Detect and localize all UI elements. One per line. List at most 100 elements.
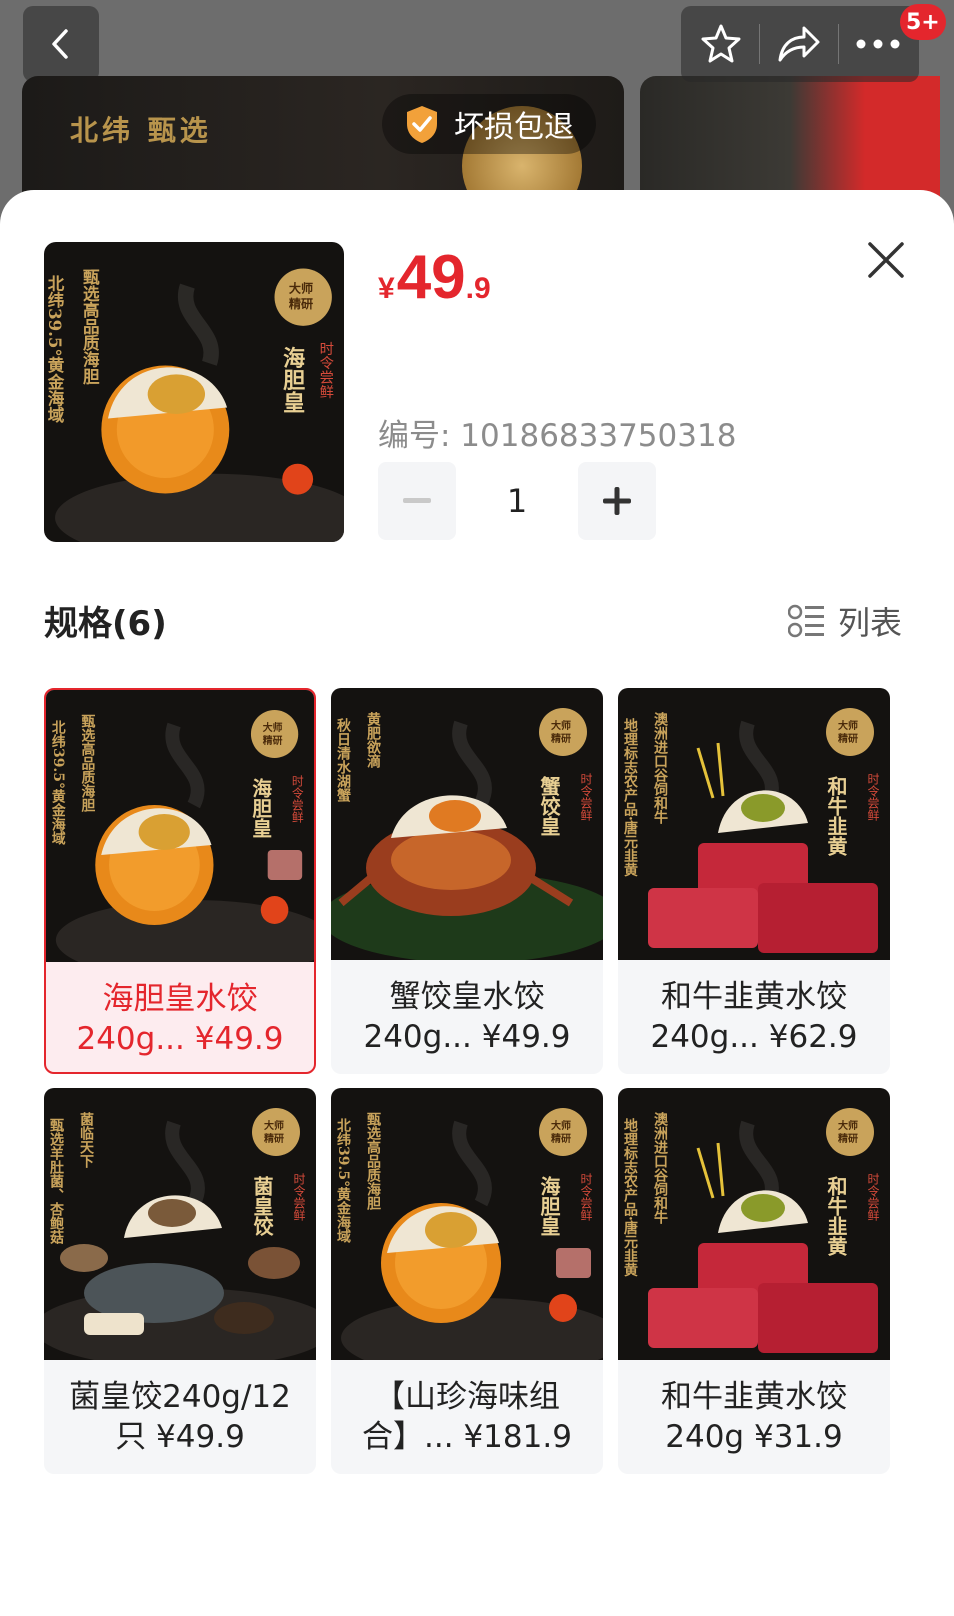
chevron-left-icon <box>52 29 68 59</box>
spec-option-price: 240g... ¥49.9 <box>363 1019 571 1055</box>
master-badge-bottom: 精研 <box>838 732 858 745</box>
spec-side-text-2: 地理标志农产品·唐元韭黄 <box>622 1117 639 1278</box>
sku-sheet: 大师 精研 北纬39.5°黄金海域 甄选高品质海胆 海胆皇 时令尝鲜 ¥ 49 … <box>0 190 954 1616</box>
price-decimal: .9 <box>465 272 491 305</box>
spec-option-caption: 【山珍海味组 合】... ¥181.9 <box>331 1360 603 1474</box>
spec-title: 规格(6) <box>44 604 167 644</box>
seasonal-badge: 时令尝鲜 <box>866 1173 880 1222</box>
decrease-button[interactable] <box>378 462 456 540</box>
svg-text:精研: 精研 <box>289 296 313 311</box>
price: ¥ 49 .9 <box>378 242 491 313</box>
close-icon <box>868 242 904 278</box>
svg-text:北纬39.5°黄金海域: 北纬39.5°黄金海域 <box>45 275 65 424</box>
secondary-banner <box>640 76 940 206</box>
increase-button[interactable] <box>578 462 656 540</box>
svg-text:甄选高品质海胆: 甄选高品质海胆 <box>80 268 100 385</box>
spec-option-card[interactable]: 大师 精研 地理标志农产品·唐元韭黄 澳洲进口谷饲和牛和牛韭黄 时令尝鲜和牛韭黄水饺 24… <box>618 688 890 1074</box>
spec-option-name: 和牛韭黄水饺 <box>661 1379 847 1415</box>
spec-side-text-2: 秋日清水湖蟹 <box>335 717 352 803</box>
spec-option-image: 大师 精研 秋日清水湖蟹 黄肥欲滴蟹饺皇 时令尝鲜 <box>331 688 603 960</box>
spec-option-caption: 蟹饺皇水饺 240g... ¥49.9 <box>331 960 603 1074</box>
master-badge-bottom: 精研 <box>263 734 283 747</box>
spec-option-name: 【山珍海味组 <box>374 1379 560 1415</box>
seasonal-badge: 时令尝鲜 <box>579 1173 593 1222</box>
price-currency: ¥ <box>378 272 395 305</box>
spec-side-text: 澳洲进口谷饲和牛 <box>652 711 669 825</box>
master-badge-top: 大师 <box>838 719 858 732</box>
minus-icon <box>403 498 431 503</box>
svg-text:大师: 大师 <box>289 281 313 296</box>
spec-option-name: 海胆皇水饺 <box>102 981 258 1017</box>
spec-option-caption: 和牛韭黄水饺 240g... ¥62.9 <box>618 960 890 1074</box>
svg-text:时令尝鲜: 时令尝鲜 <box>317 341 333 399</box>
spec-option-caption: 海胆皇水饺 240g... ¥49.9 <box>46 962 314 1072</box>
price-integer: 49 <box>396 243 466 312</box>
spec-option-name: 蟹饺皇水饺 <box>389 979 545 1015</box>
guarantee-label: 坏损包退 <box>454 110 574 145</box>
notification-badge: 5+ <box>900 4 946 40</box>
spec-option-image: 大师 精研 地理标志农产品·唐元韭黄 澳洲进口谷饲和牛和牛韭黄 时令尝鲜 <box>618 688 890 960</box>
master-badge-top: 大师 <box>263 721 283 734</box>
spec-side-text-2: 北纬39.5°黄金海域 <box>335 1118 352 1244</box>
spec-option-image: 大师 精研 北纬39.5°黄金海域 甄选高品质海胆 海胆皇 时令尝鲜 <box>331 1088 603 1360</box>
spec-option-image: 大师 精研 甄选羊肚菌、杏鲍菇 菌临天下 菌皇饺 时令尝鲜 <box>44 1088 316 1360</box>
master-badge-bottom: 精研 <box>551 1132 571 1145</box>
close-button[interactable] <box>862 236 910 284</box>
spec-tag: 和牛韭黄 <box>824 1176 848 1257</box>
star-icon[interactable] <box>699 22 743 66</box>
spec-option-card[interactable]: 大师 精研 甄选羊肚菌、杏鲍菇 菌临天下 菌皇饺 时令尝鲜 菌皇饺240g/12 只 ¥49.… <box>44 1088 316 1474</box>
master-badge-top: 大师 <box>551 1119 571 1132</box>
divider <box>759 24 760 64</box>
more-dots-icon[interactable] <box>855 38 901 50</box>
share-icon[interactable] <box>776 22 822 66</box>
svg-text:海胆皇: 海胆皇 <box>279 346 305 413</box>
list-view-label: 列表 <box>838 604 903 642</box>
spec-option-caption: 和牛韭黄水饺 240g ¥31.9 <box>618 1360 890 1474</box>
spec-option-card[interactable]: 大师 精研 地理标志农产品·唐元韭黄 澳洲进口谷饲和牛和牛韭黄 时令尝鲜和牛韭黄水饺 24… <box>618 1088 890 1474</box>
list-view-toggle[interactable]: 列表 <box>788 598 902 644</box>
spec-side-text-2: 地理标志农产品·唐元韭黄 <box>622 717 639 878</box>
spec-option-image: 大师 精研 北纬39.5°黄金海域 甄选高品质海胆 海胆皇 时令尝鲜 <box>46 690 314 962</box>
spec-option-card[interactable]: 大师 精研 北纬39.5°黄金海域 甄选高品质海胆 海胆皇 时令尝鲜 【山珍海味组 合】...… <box>331 1088 603 1474</box>
master-badge-top: 大师 <box>264 1119 284 1132</box>
plus-icon <box>603 487 631 515</box>
master-badge-top: 大师 <box>551 719 571 732</box>
spec-side-text-2: 北纬39.5°黄金海域 <box>50 720 67 846</box>
divider <box>838 24 839 64</box>
spec-tag: 和牛韭黄 <box>824 776 848 857</box>
banner-text: 北纬 甄选 <box>70 114 212 147</box>
spec-tag: 海胆皇 <box>537 1175 561 1236</box>
spec-side-text: 黄肥欲滴 <box>365 711 382 769</box>
product-image: 大师 精研 北纬39.5°黄金海域 甄选高品质海胆 海胆皇 时令尝鲜 <box>44 242 344 542</box>
spec-option-card[interactable]: 大师 精研 秋日清水湖蟹 黄肥欲滴蟹饺皇 时令尝鲜蟹饺皇水饺 240g... ¥49.9 <box>331 688 603 1074</box>
spec-option-name: 菌皇饺240g/12 <box>69 1379 291 1415</box>
master-badge-bottom: 精研 <box>264 1132 284 1145</box>
product-thumbnail: 大师 精研 北纬39.5°黄金海域 甄选高品质海胆 海胆皇 时令尝鲜 <box>44 242 344 542</box>
spec-side-text: 甄选高品质海胆 <box>79 714 95 813</box>
spec-tag: 蟹饺皇 <box>537 775 561 836</box>
list-view-icon <box>788 604 824 638</box>
master-badge-bottom: 精研 <box>838 1132 858 1145</box>
spec-side-text: 澳洲进口谷饲和牛 <box>652 1111 669 1225</box>
seasonal-badge: 时令尝鲜 <box>292 1173 306 1222</box>
spec-option-name: 和牛韭黄水饺 <box>661 979 847 1015</box>
seasonal-badge: 时令尝鲜 <box>579 773 593 822</box>
spec-side-text: 菌临天下 <box>78 1111 94 1169</box>
sku-number: 编号: 10186833750318 <box>378 418 737 454</box>
quantity-stepper: 1 <box>378 462 656 540</box>
master-badge-top: 大师 <box>838 1119 858 1132</box>
seasonal-badge: 时令尝鲜 <box>866 773 880 822</box>
shield-check-icon <box>407 106 437 143</box>
hero-banner: 北纬 甄选 坏损包退 <box>22 76 624 206</box>
spec-option-image: 大师 精研 地理标志农产品·唐元韭黄 澳洲进口谷饲和牛和牛韭黄 时令尝鲜 <box>618 1088 890 1360</box>
spec-option-price: 240g... ¥62.9 <box>650 1019 858 1055</box>
spec-tag: 菌皇饺 <box>250 1175 274 1237</box>
action-group <box>681 6 919 82</box>
spec-option-card[interactable]: 大师 精研 北纬39.5°黄金海域 甄选高品质海胆 海胆皇 时令尝鲜 海胆皇水饺 240g..… <box>44 688 316 1074</box>
spec-option-price: 合】... ¥181.9 <box>362 1419 572 1455</box>
spec-option-caption: 菌皇饺240g/12 只 ¥49.9 <box>44 1360 316 1474</box>
master-badge-bottom: 精研 <box>551 732 571 745</box>
spec-option-price: 240g... ¥49.9 <box>76 1021 284 1057</box>
back-button[interactable] <box>23 6 99 82</box>
quantity-value[interactable]: 1 <box>456 482 578 520</box>
